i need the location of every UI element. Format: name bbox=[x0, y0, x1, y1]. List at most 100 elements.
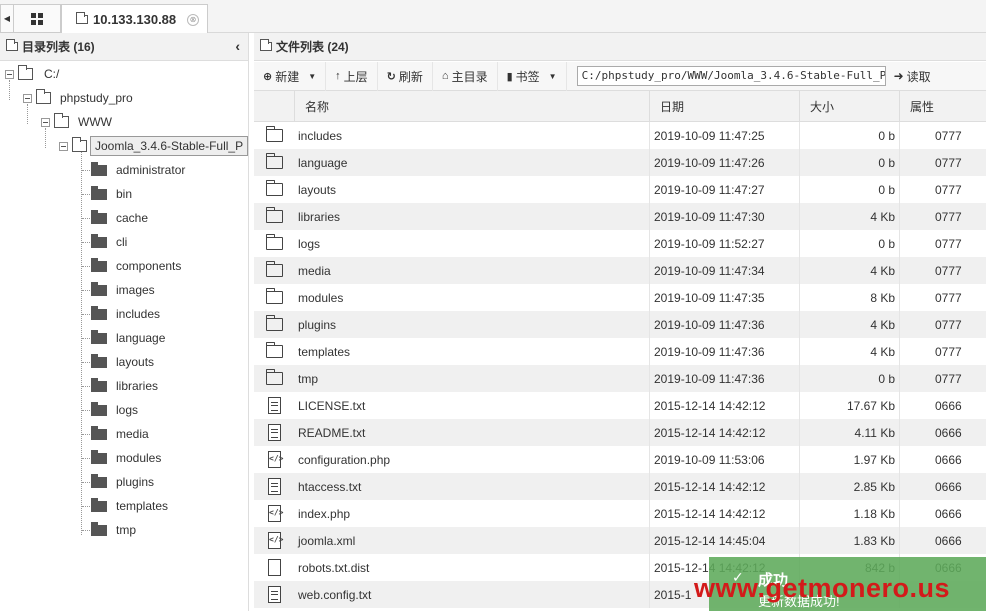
file-row[interactable]: modules 2019-10-09 11:47:35 8 Kb 0777 bbox=[254, 284, 986, 311]
folder-icon bbox=[91, 281, 107, 296]
bookmark-button[interactable]: ▮ 书签 ▼ bbox=[498, 61, 567, 91]
arrow-right-icon: ➜ bbox=[893, 69, 904, 83]
up-level-button[interactable]: ↑ 上层 bbox=[326, 61, 378, 91]
tree-connector bbox=[82, 337, 90, 339]
file-name: libraries bbox=[295, 203, 650, 230]
file-name: index.php bbox=[295, 500, 650, 527]
header-name[interactable]: 名称 bbox=[295, 91, 650, 122]
tree-node-child[interactable]: images bbox=[82, 280, 155, 300]
file-date: 2015-12-14 14:42:12 bbox=[650, 419, 800, 446]
collapse-panel-icon[interactable]: ‹ bbox=[235, 38, 240, 54]
file-date: 2019-10-09 11:47:36 bbox=[650, 365, 800, 392]
folder-icon bbox=[91, 401, 107, 416]
collapse-toggle-icon[interactable] bbox=[23, 93, 32, 103]
apps-grid-button[interactable] bbox=[14, 4, 61, 33]
file-row[interactable]: plugins 2019-10-09 11:47:36 4 Kb 0777 bbox=[254, 311, 986, 338]
file-size: 0 b bbox=[800, 149, 900, 176]
refresh-button[interactable]: ↻ 刷新 bbox=[378, 61, 433, 91]
header-size[interactable]: 大小 bbox=[800, 91, 900, 122]
directory-tree: C:/ phpstudy_pro WWW Joomla_3.4.6-Stable… bbox=[0, 62, 249, 611]
file-row[interactable]: README.txt 2015-12-14 14:42:12 4.11 Kb 0666 bbox=[254, 419, 986, 446]
folder-icon bbox=[266, 180, 283, 196]
file-attr: 0777 bbox=[935, 155, 962, 170]
tree-connector bbox=[82, 265, 90, 267]
folder-icon bbox=[72, 137, 87, 152]
file-size: 8 Kb bbox=[800, 284, 900, 311]
arrow-up-icon: ↑ bbox=[335, 70, 341, 82]
tree-node-child[interactable]: modules bbox=[82, 448, 161, 468]
code-file-icon: </> bbox=[268, 505, 283, 522]
tree-node-label: cli bbox=[116, 235, 128, 249]
file-row[interactable]: libraries 2019-10-09 11:47:30 4 Kb 0777 bbox=[254, 203, 986, 230]
file-attr: 0777 bbox=[935, 290, 962, 305]
home-button[interactable]: ⌂ 主目录 bbox=[433, 61, 498, 91]
file-icon-cell bbox=[254, 180, 295, 196]
file-row[interactable]: layouts 2019-10-09 11:47:27 0 b 0777 bbox=[254, 176, 986, 203]
tree-connector bbox=[82, 409, 90, 411]
file-date: 2019-10-09 11:52:27 bbox=[650, 230, 800, 257]
collapse-toggle-icon[interactable] bbox=[59, 141, 68, 151]
tree-node-child[interactable]: cli bbox=[82, 232, 127, 252]
tree-node-child[interactable]: logs bbox=[82, 400, 138, 420]
new-button[interactable]: ⊕ 新建 ▼ bbox=[254, 61, 327, 91]
file-row[interactable]: logs 2019-10-09 11:52:27 0 b 0777 bbox=[254, 230, 986, 257]
tree-node-joomla[interactable]: Joomla_3.4.6-Stable-Full_P bbox=[59, 136, 249, 156]
file-icon-cell bbox=[254, 207, 295, 223]
tree-node-child[interactable]: cache bbox=[82, 208, 148, 228]
folder-icon bbox=[91, 233, 107, 248]
tree-node-child[interactable]: libraries bbox=[82, 376, 158, 396]
tab-remote-host[interactable]: 10.133.130.88 ⊗ bbox=[61, 4, 208, 34]
file-row[interactable]: language 2019-10-09 11:47:26 0 b 0777 bbox=[254, 149, 986, 176]
file-row[interactable]: htaccess.txt 2015-12-14 14:42:12 2.85 Kb 06… bbox=[254, 473, 986, 500]
tree-node-child[interactable]: includes bbox=[82, 304, 160, 324]
collapse-toggle-icon[interactable] bbox=[5, 69, 14, 79]
file-size: 0 b bbox=[800, 230, 900, 257]
file-toolbar: ⊕ 新建 ▼ ↑ 上层 ↻ 刷新 ⌂ 主目录 ▮ 书签 ▼ C:/phpstud… bbox=[254, 61, 986, 91]
file-row[interactable]: includes 2019-10-09 11:47:25 0 b 0777 bbox=[254, 122, 986, 149]
file-date: 2019-10-09 11:47:34 bbox=[650, 257, 800, 284]
folder-icon bbox=[76, 12, 88, 24]
tree-node-child[interactable]: components bbox=[82, 256, 181, 276]
file-row[interactable]: </> index.php 2015-12-14 14:42:12 1.18 Kb 06… bbox=[254, 500, 986, 527]
file-name: includes bbox=[295, 122, 650, 149]
file-row[interactable]: media 2019-10-09 11:47:34 4 Kb 0777 bbox=[254, 257, 986, 284]
tree-connector bbox=[82, 217, 90, 219]
file-attr: 0777 bbox=[935, 317, 962, 332]
tree-node-child[interactable]: layouts bbox=[82, 352, 154, 372]
file-row[interactable]: </> joomla.xml 2015-12-14 14:45:04 1.83 Kb 0… bbox=[254, 527, 986, 554]
folder-icon bbox=[91, 185, 107, 200]
collapse-toggle-icon[interactable] bbox=[41, 117, 50, 127]
file-panel: 文件列表 (24) ⊕ 新建 ▼ ↑ 上层 ↻ 刷新 ⌂ 主目录 ▮ 书签 ▼ … bbox=[254, 33, 986, 611]
tree-node-child[interactable]: plugins bbox=[82, 472, 154, 492]
tree-node-child[interactable]: bin bbox=[82, 184, 132, 204]
tree-connector bbox=[82, 481, 90, 483]
tree-node-label: C:/ bbox=[44, 67, 60, 81]
caret-down-icon: ▼ bbox=[308, 71, 317, 81]
tree-node-www[interactable]: WWW bbox=[41, 112, 112, 132]
header-attr[interactable]: 属性 bbox=[900, 91, 986, 122]
tree-node-child[interactable]: administrator bbox=[82, 160, 185, 180]
tree-node-child[interactable]: media bbox=[82, 424, 149, 444]
file-icon-cell bbox=[254, 126, 295, 142]
path-input[interactable]: C:/phpstudy_pro/WWW/Joomla_3.4.6-Stable-… bbox=[576, 66, 886, 86]
tree-node-child[interactable]: language bbox=[82, 328, 165, 348]
file-row[interactable]: LICENSE.txt 2015-12-14 14:42:12 17.67 Kb 06… bbox=[254, 392, 986, 419]
file-icon-cell bbox=[254, 315, 295, 331]
tree-node-phpstudy[interactable]: phpstudy_pro bbox=[23, 88, 133, 108]
tree-node-child[interactable]: templates bbox=[82, 496, 168, 516]
file-row[interactable]: </> configuration.php 2019-10-09 11:53:06 1… bbox=[254, 446, 986, 473]
header-icon-column bbox=[254, 91, 295, 122]
scroll-left-button[interactable]: ◀ bbox=[0, 4, 14, 33]
folder-icon bbox=[266, 315, 283, 331]
read-button[interactable]: ➜ 读取 bbox=[894, 68, 931, 85]
file-row[interactable]: templates 2019-10-09 11:47:36 4 Kb 0777 bbox=[254, 338, 986, 365]
folder-icon bbox=[91, 521, 107, 536]
file-row[interactable]: tmp 2019-10-09 11:47:36 0 b 0777 bbox=[254, 365, 986, 392]
tab-title: 10.133.130.88 bbox=[93, 12, 177, 27]
tree-node-child[interactable]: tmp bbox=[82, 520, 136, 540]
home-label: 主目录 bbox=[451, 69, 488, 84]
header-date[interactable]: 日期 bbox=[650, 91, 800, 122]
file-date: 2015-12-14 14:45:04 bbox=[650, 527, 800, 554]
close-icon[interactable]: ⊗ bbox=[187, 14, 199, 26]
tree-node-root[interactable]: C:/ bbox=[5, 64, 59, 84]
